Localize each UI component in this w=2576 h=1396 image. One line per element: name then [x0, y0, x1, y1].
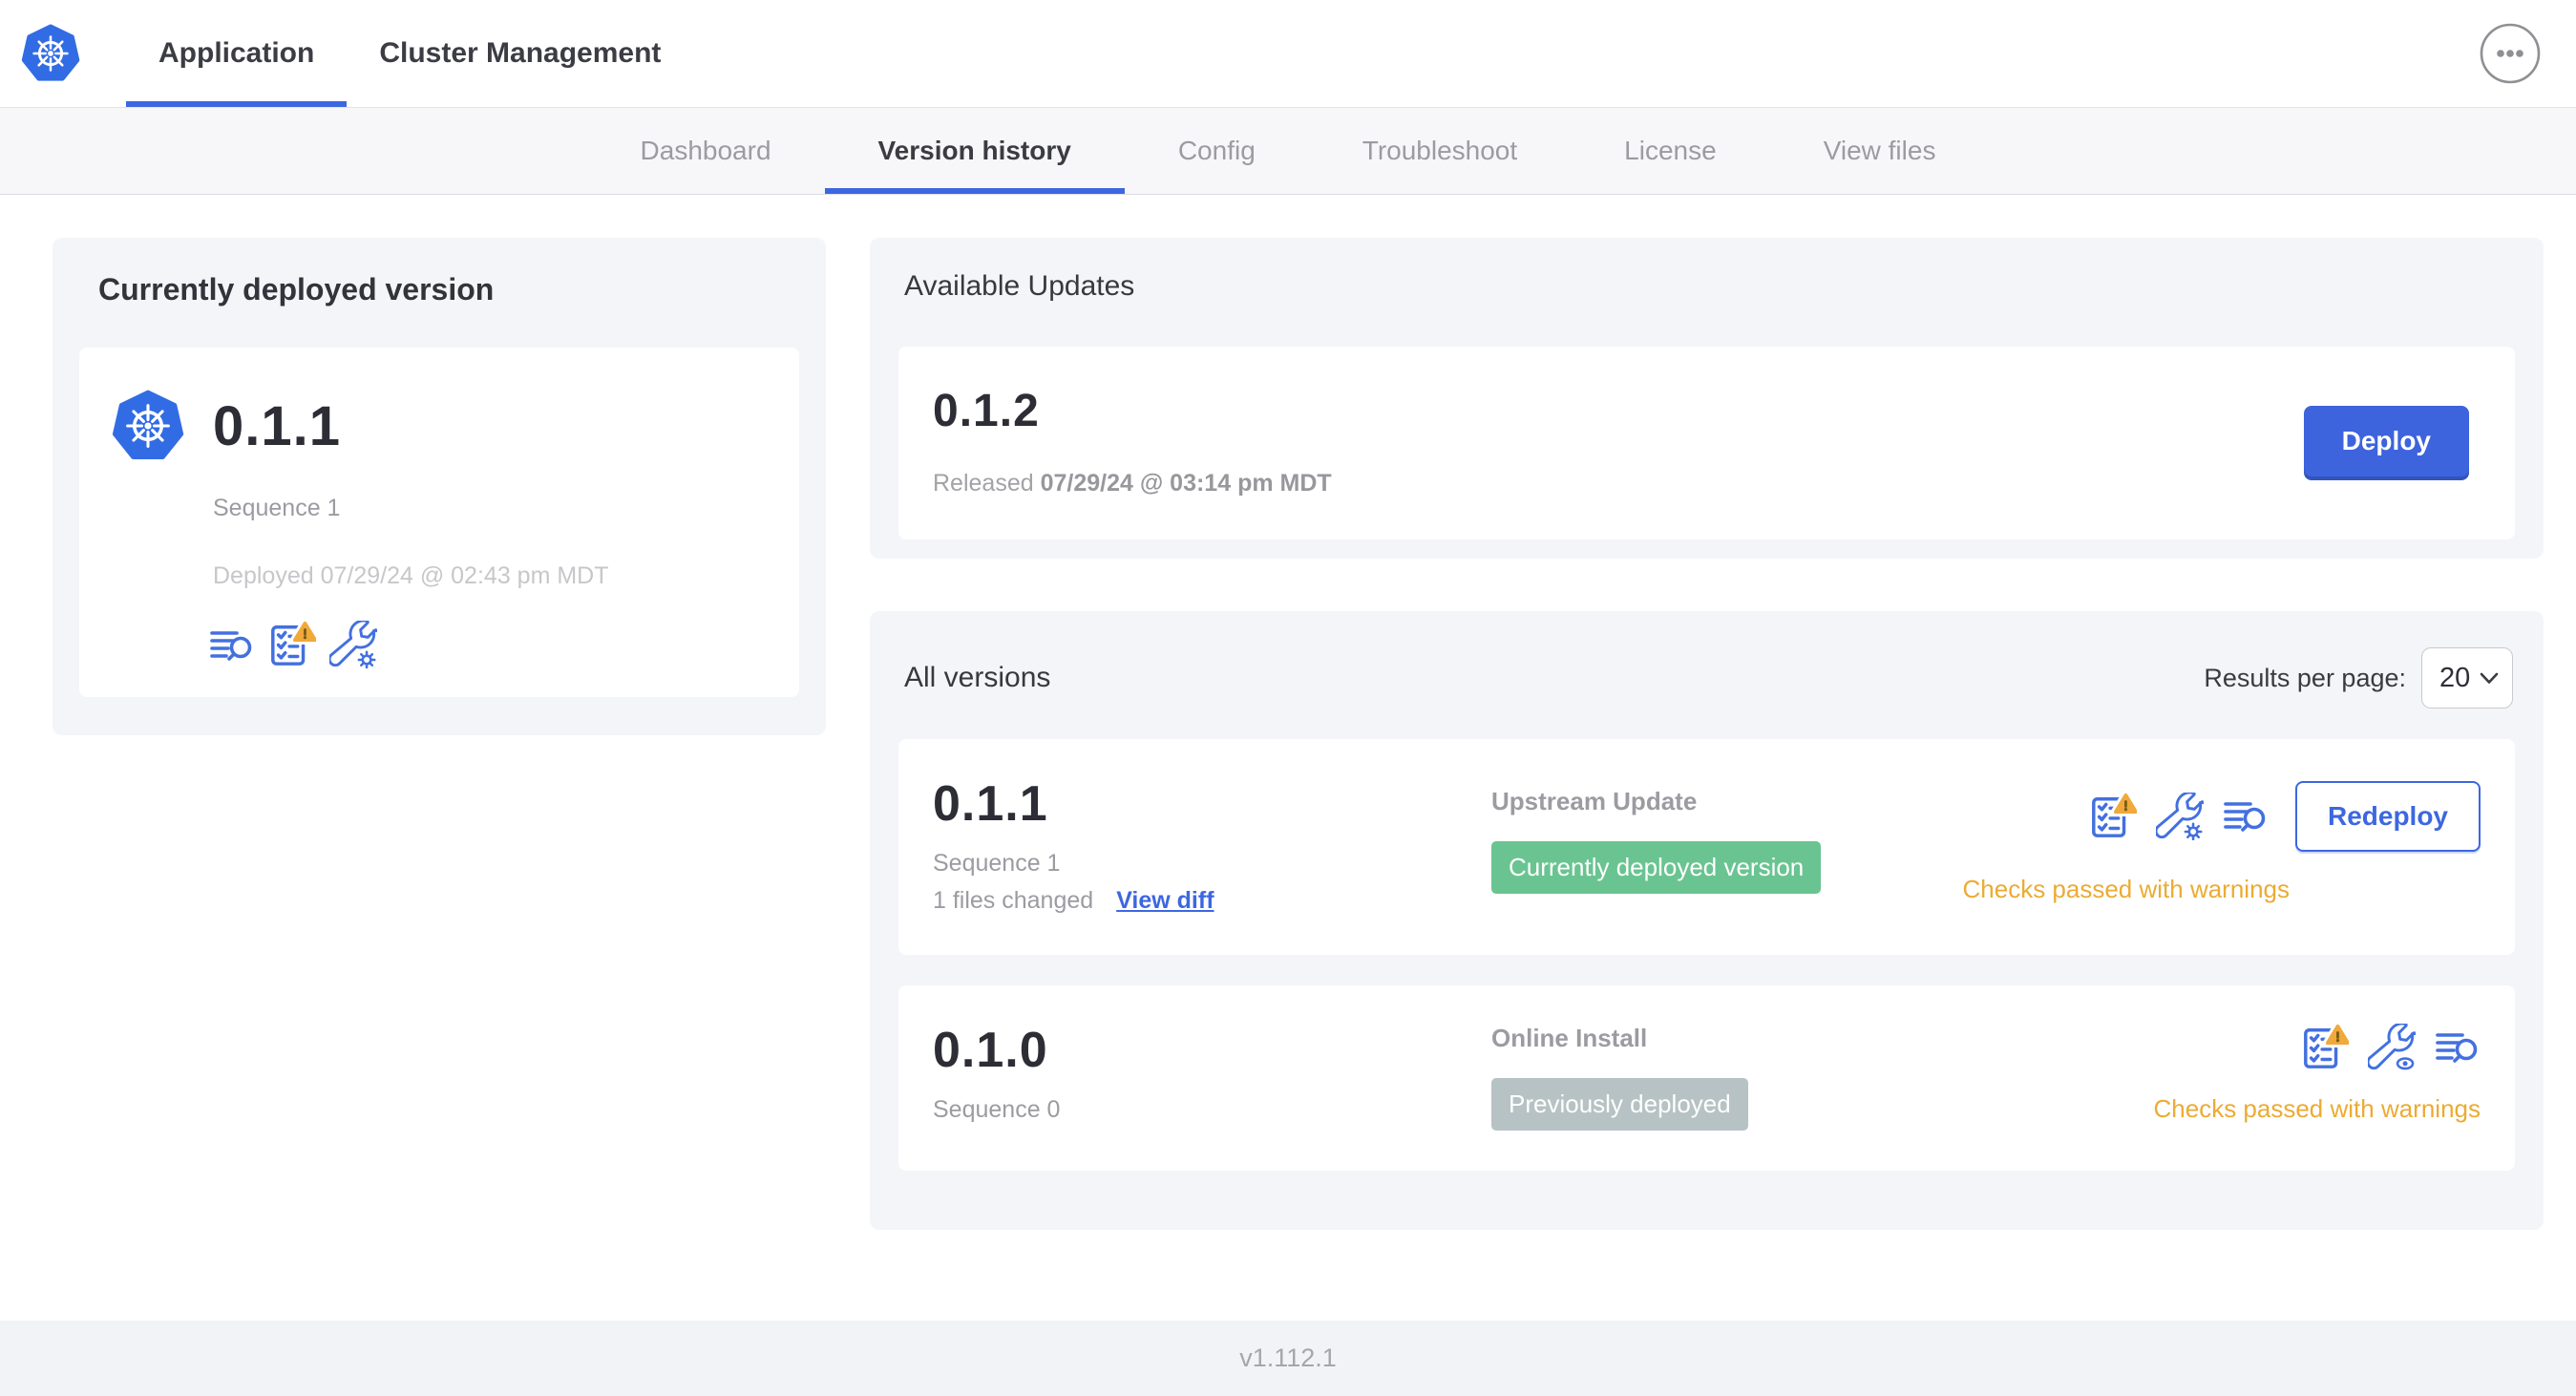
right-column: Available Updates 0.1.2 Released 07/29/2… — [870, 238, 2544, 1230]
version-actions: Checks passed with warnings — [2154, 1022, 2481, 1124]
all-versions-panel: All versions Results per page: 20 0.1.1 … — [870, 611, 2544, 1230]
app-nav: Dashboard Version history Config Trouble… — [0, 107, 2576, 195]
kubernetes-logo-icon — [112, 390, 184, 462]
results-per-page: Results per page: 20 — [2204, 647, 2513, 709]
currently-deployed-title: Currently deployed version — [98, 272, 495, 307]
tab-troubleshoot[interactable]: Troubleshoot — [1309, 108, 1571, 194]
version-actions: Redeploy Checks passed with warnings — [1963, 775, 2481, 904]
version-info: 0.1.0 Sequence 0 — [933, 1022, 1491, 1124]
tab-troubleshoot-label: Troubleshoot — [1362, 136, 1518, 165]
version-source: Upstream Update Currently deployed versi… — [1491, 775, 1963, 894]
version-number: 0.1.0 — [933, 1023, 1048, 1078]
tab-cluster-management[interactable]: Cluster Management — [347, 0, 693, 107]
currently-deployed-card: 0.1.1 Sequence 1 Deployed 07/29/24 @ 02:… — [79, 348, 799, 697]
diff-icon[interactable] — [209, 623, 255, 668]
all-versions-title: All versions — [904, 662, 1051, 693]
redeploy-button[interactable]: Redeploy — [2294, 781, 2481, 852]
tab-version-history[interactable]: Version history — [825, 108, 1125, 194]
tab-application[interactable]: Application — [126, 0, 347, 107]
kubernetes-logo-icon — [21, 24, 80, 83]
version-source: Online Install Previously deployed — [1491, 1022, 2154, 1131]
overflow-menu-button[interactable] — [2479, 22, 2542, 85]
deployed-sequence: Sequence 1 — [213, 495, 341, 521]
footer: v1.112.1 — [0, 1321, 2576, 1396]
tab-view-files[interactable]: View files — [1770, 108, 1990, 194]
deployed-timestamp: Deployed 07/29/24 @ 02:43 pm MDT — [213, 562, 609, 589]
ellipsis-icon — [2479, 22, 2542, 85]
tab-config[interactable]: Config — [1125, 108, 1309, 194]
deployed-version-number: 0.1.1 — [213, 394, 341, 457]
view-diff-link[interactable]: View diff — [1116, 887, 1214, 915]
deploy-button[interactable]: Deploy — [2303, 406, 2469, 476]
version-row: 0.1.1 Sequence 1 1 files changed View di… — [898, 739, 2515, 955]
currently-deployed-panel: Currently deployed version 0.1.1 Sequenc… — [53, 238, 826, 735]
primary-tabs: Application Cluster Management — [126, 0, 693, 107]
results-per-page-select[interactable]: 20 — [2421, 647, 2513, 709]
released-prefix: Released — [933, 470, 1034, 497]
config-wrench-gear-icon[interactable] — [2155, 793, 2204, 840]
tab-view-files-label: View files — [1823, 136, 1936, 165]
available-update-card: 0.1.2 Released 07/29/24 @ 03:14 pm MDT D… — [898, 347, 2515, 539]
available-update-info: 0.1.2 Released 07/29/24 @ 03:14 pm MDT — [933, 385, 1332, 497]
source-label: Online Install — [1491, 1024, 1648, 1052]
version-info: 0.1.1 Sequence 1 1 files changed View di… — [933, 775, 1491, 915]
console-version: v1.112.1 — [1239, 1343, 1337, 1372]
top-bar: Application Cluster Management — [0, 0, 2576, 107]
main-content: Currently deployed version 0.1.1 Sequenc… — [0, 195, 2576, 1321]
deployed-version-actions — [209, 621, 767, 668]
tab-cluster-management-label: Cluster Management — [379, 37, 662, 69]
diff-icon[interactable] — [2435, 1025, 2481, 1070]
preflight-checks-warning-icon[interactable] — [2089, 793, 2137, 840]
app-logo — [21, 0, 80, 107]
update-released-timestamp: Released 07/29/24 @ 03:14 pm MDT — [933, 470, 1332, 497]
released-date: 07/29/24 @ 03:14 pm MDT — [1040, 470, 1332, 497]
status-badge: Currently deployed version — [1491, 841, 1822, 894]
results-per-page-value: 20 — [2439, 662, 2471, 693]
preflight-checks-warning-icon[interactable] — [2301, 1024, 2349, 1071]
results-per-page-label: Results per page: — [2204, 663, 2406, 692]
config-wrench-gear-icon[interactable] — [329, 621, 377, 668]
tab-config-label: Config — [1177, 136, 1256, 165]
tab-dashboard[interactable]: Dashboard — [587, 108, 825, 194]
tab-license-label: License — [1624, 136, 1717, 165]
version-sequence: Sequence 1 — [933, 850, 1061, 877]
files-changed-label: 1 files changed — [933, 887, 1094, 914]
config-wrench-eye-icon[interactable] — [2368, 1024, 2416, 1071]
update-version-number: 0.1.2 — [933, 386, 1040, 436]
tab-license[interactable]: License — [1571, 108, 1770, 194]
chevron-down-icon — [2480, 672, 2499, 685]
preflight-checks-warning-icon[interactable] — [268, 621, 316, 668]
version-number: 0.1.1 — [933, 776, 1048, 832]
preflight-status-text[interactable]: Checks passed with warnings — [1963, 875, 2291, 904]
status-badge: Previously deployed — [1491, 1078, 1748, 1131]
diff-icon[interactable] — [2223, 793, 2269, 839]
preflight-status-text[interactable]: Checks passed with warnings — [2154, 1094, 2481, 1124]
version-row: 0.1.0 Sequence 0 Online Install Previous… — [898, 985, 2515, 1171]
available-updates-title: Available Updates — [904, 270, 1135, 302]
version-sequence: Sequence 0 — [933, 1096, 1061, 1123]
available-updates-panel: Available Updates 0.1.2 Released 07/29/2… — [870, 238, 2544, 559]
source-label: Upstream Update — [1491, 787, 1698, 815]
tab-dashboard-label: Dashboard — [640, 136, 771, 165]
tab-application-label: Application — [158, 37, 315, 69]
tab-version-history-label: Version history — [877, 136, 1071, 165]
